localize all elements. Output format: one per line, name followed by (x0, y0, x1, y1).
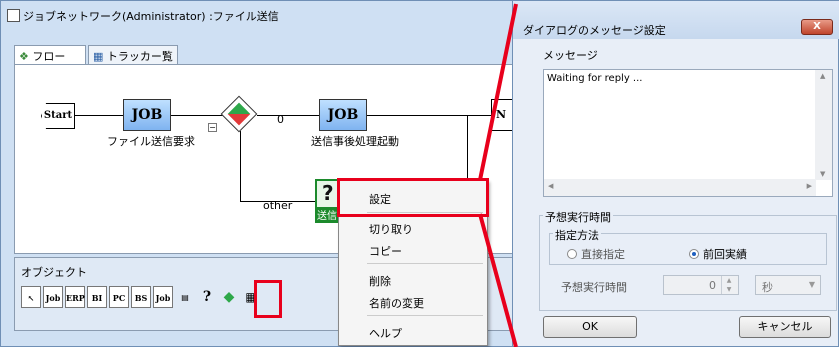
callout-line-bottom (478, 213, 518, 347)
callout-lines (478, 3, 518, 347)
callout-line-top (478, 3, 518, 181)
